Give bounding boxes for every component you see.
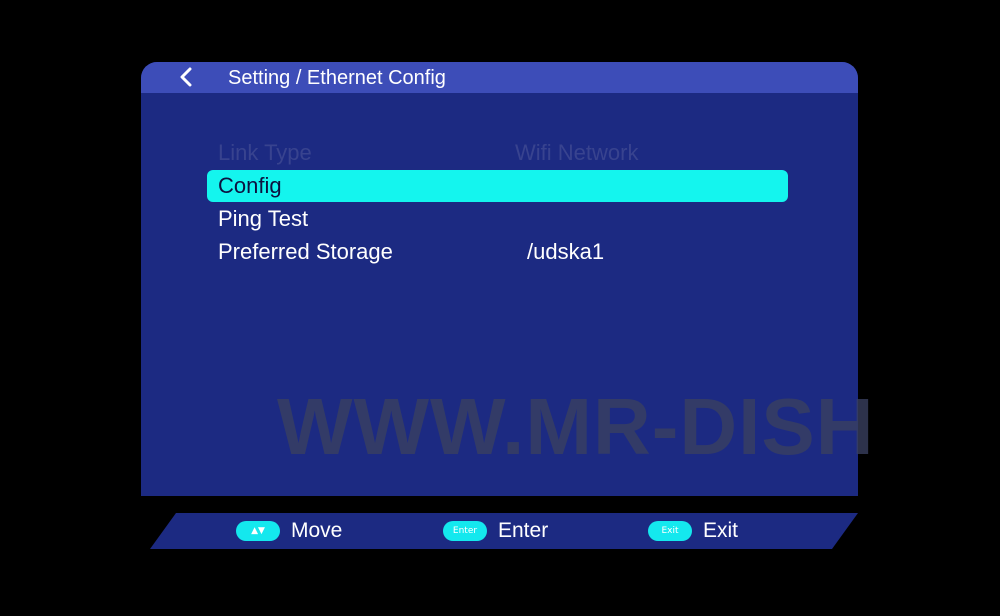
- menu-item-label: Ping Test: [218, 206, 309, 231]
- menu-item-label: Link Type: [218, 140, 312, 165]
- settings-panel: Setting / Ethernet Config Link Type Wifi…: [141, 62, 858, 496]
- panel-header: Setting / Ethernet Config: [141, 62, 858, 93]
- menu-item-ping-test[interactable]: Ping Test: [207, 203, 788, 235]
- page-title: Setting / Ethernet Config: [228, 67, 446, 89]
- menu-item-value: /udska1: [527, 239, 605, 264]
- menu-item-link-type[interactable]: Link Type Wifi Network: [207, 137, 788, 169]
- hint-label: Move: [291, 519, 343, 542]
- hint-label: Enter: [498, 519, 549, 542]
- hint-enter: Enter Enter: [443, 513, 548, 549]
- hint-exit: Exit Exit: [648, 513, 738, 549]
- menu-item-label: Config: [218, 173, 282, 198]
- hint-label: Exit: [703, 519, 739, 542]
- arrows-key-icon: ▲▼: [236, 521, 280, 541]
- exit-key-icon: Exit: [648, 521, 692, 541]
- menu-item-value: Wifi Network: [515, 140, 639, 165]
- enter-key-icon: Enter: [443, 521, 487, 541]
- hint-move: ▲▼ Move: [236, 513, 342, 549]
- chevron-left-icon[interactable]: [177, 67, 197, 87]
- screen: Setting / Ethernet Config Link Type Wifi…: [0, 0, 1000, 616]
- footer-bar: ▲▼ Move Enter Enter Exit Exit: [150, 513, 858, 549]
- menu-item-config[interactable]: Config: [207, 170, 788, 202]
- menu-item-preferred-storage[interactable]: Preferred Storage /udska1: [207, 236, 788, 268]
- menu-item-label: Preferred Storage: [218, 239, 393, 264]
